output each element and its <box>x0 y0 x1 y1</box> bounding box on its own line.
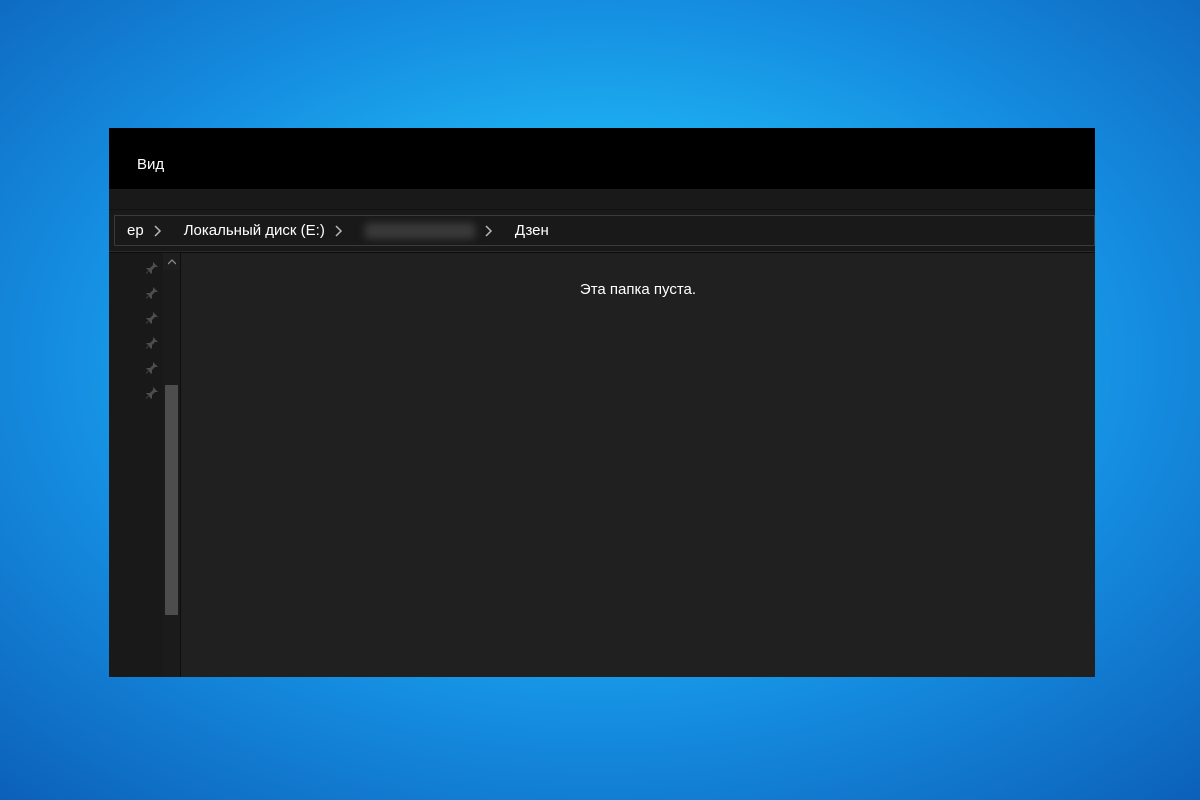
pin-icon[interactable] <box>145 336 159 350</box>
breadcrumb-label: ер <box>127 222 144 239</box>
ribbon-area <box>109 190 1095 210</box>
pin-icon[interactable] <box>145 286 159 300</box>
breadcrumb-label-obscured <box>365 223 475 239</box>
pin-icon[interactable] <box>145 311 159 325</box>
chevron-right-icon[interactable] <box>154 225 162 237</box>
scrollbar-thumb[interactable] <box>165 385 178 615</box>
pin-icon[interactable] <box>145 386 159 400</box>
menu-bar: Вид <box>109 128 1095 190</box>
address-bar[interactable]: ер Локальный диск (E:) Дзен <box>114 215 1095 246</box>
navigation-pane <box>109 253 181 677</box>
breadcrumb-segment-partial[interactable]: ер <box>115 216 172 245</box>
explorer-body: Эта папка пуста. <box>109 252 1095 677</box>
nav-scrollbar[interactable] <box>163 253 180 677</box>
address-bar-row: ер Локальный диск (E:) Дзен <box>109 210 1095 252</box>
empty-folder-message: Эта папка пуста. <box>181 281 1095 298</box>
folder-content-area[interactable]: Эта папка пуста. <box>181 253 1095 677</box>
menu-view-label: Вид <box>137 156 164 173</box>
breadcrumb-segment-current[interactable]: Дзен <box>503 216 559 245</box>
pin-icon[interactable] <box>145 261 159 275</box>
breadcrumb-label: Дзен <box>515 222 549 239</box>
chevron-right-icon[interactable] <box>485 225 493 237</box>
breadcrumb-segment-obscured[interactable] <box>353 216 503 245</box>
menu-view-tab[interactable]: Вид <box>131 154 170 175</box>
pin-icon[interactable] <box>145 361 159 375</box>
chevron-right-icon[interactable] <box>335 225 343 237</box>
breadcrumb-segment-local-disk[interactable]: Локальный диск (E:) <box>172 216 353 245</box>
scrollbar-track[interactable] <box>163 270 180 677</box>
explorer-window: Вид ер Локальный диск (E:) <box>109 128 1095 677</box>
breadcrumb-label: Локальный диск (E:) <box>184 222 325 239</box>
quick-access-pins <box>109 253 163 677</box>
scroll-up-icon[interactable] <box>163 253 180 270</box>
